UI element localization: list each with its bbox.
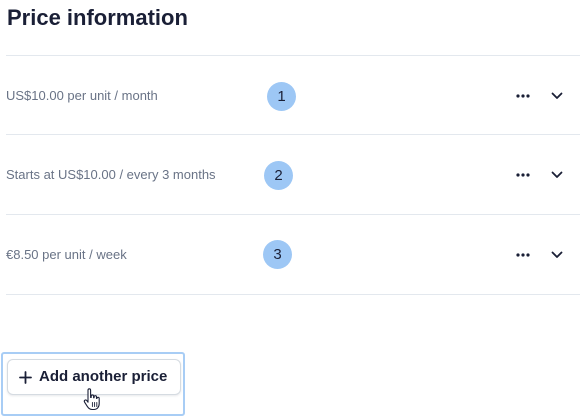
step-badge: 2 xyxy=(264,161,293,190)
price-description: Starts at US$10.00 / every 3 months xyxy=(6,166,216,182)
chevron-down-icon xyxy=(551,92,563,99)
expand-button[interactable] xyxy=(547,165,567,185)
price-row[interactable]: €8.50 per unit / week xyxy=(6,215,580,294)
more-horizontal-icon xyxy=(516,252,530,257)
plus-icon xyxy=(18,370,32,384)
divider xyxy=(6,294,580,295)
more-horizontal-icon xyxy=(516,93,530,98)
more-options-button[interactable] xyxy=(513,165,533,185)
chevron-down-icon xyxy=(551,251,563,258)
price-row[interactable]: Starts at US$10.00 / every 3 months xyxy=(6,135,580,214)
price-description: US$10.00 per unit / month xyxy=(6,87,158,103)
page-title: Price information xyxy=(7,5,188,30)
step-badge: 1 xyxy=(267,82,296,111)
step-badge: 3 xyxy=(263,240,292,269)
chevron-down-icon xyxy=(551,171,563,178)
add-another-price-label: Add another price xyxy=(39,368,168,385)
expand-button[interactable] xyxy=(547,245,567,265)
more-options-button[interactable] xyxy=(513,245,533,265)
expand-button[interactable] xyxy=(547,86,567,106)
price-description: €8.50 per unit / week xyxy=(6,246,127,262)
more-horizontal-icon xyxy=(516,172,530,177)
hand-pointer-icon xyxy=(83,388,100,411)
more-options-button[interactable] xyxy=(513,86,533,106)
